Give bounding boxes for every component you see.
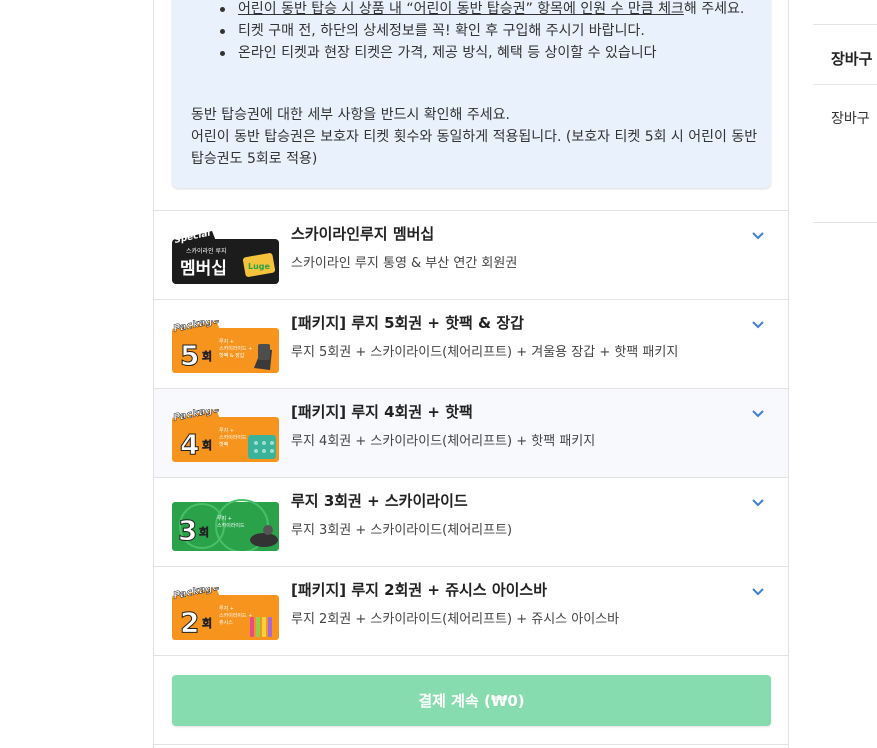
product-title: [패키지] 루지 5회권 + 핫팩 & 장갑 bbox=[291, 314, 524, 332]
badge-line: 루지 + bbox=[219, 605, 234, 612]
chevron-down-icon[interactable] bbox=[750, 494, 766, 510]
chevron-down-icon[interactable] bbox=[750, 316, 766, 332]
badge-line: 루지 + bbox=[219, 338, 234, 345]
divider bbox=[813, 24, 877, 25]
product-item-4-pass[interactable]: Package 4 회 루지 + 스카이라이드 + 핫팩 [패키지] 루지 4회… bbox=[154, 389, 788, 478]
main-column: 어린이 동반 탑승 시 상품 내 “어린이 동반 탑승권” 항목에 인원 수 만… bbox=[153, 0, 789, 748]
badge-unit: 회 bbox=[202, 349, 212, 363]
product-item-2-pass[interactable]: Package 2 회 루지 + 스카이라이드 + 쥬시스 [패키지] 루지 2… bbox=[154, 567, 788, 656]
cart-text: 장바구 bbox=[831, 111, 870, 127]
badge-line: 스카이라이드 + bbox=[219, 612, 252, 619]
badge-line: 스카이라이드 bbox=[217, 522, 245, 529]
product-item-membership[interactable]: Special 스카이라인 루지 멤버십 Luge 스카이라인루지 멤버십 스카… bbox=[154, 211, 788, 300]
badge-unit: 회 bbox=[202, 616, 212, 630]
badge-unit: 회 bbox=[202, 438, 212, 452]
badge-line: 스카이라이드 + bbox=[219, 345, 252, 352]
chevron-down-icon[interactable] bbox=[750, 227, 766, 243]
product-thumbnail: Package 5 회 루지 + 스카이라이드 + 핫팩 & 장갑 bbox=[172, 320, 279, 373]
cart-sidebar: 장바구 장바구 bbox=[813, 0, 877, 748]
product-title: [패키지] 루지 4회권 + 핫팩 bbox=[291, 403, 473, 421]
notice-paragraph: 동반 탑승권에 대한 세부 사항을 반드시 확인해 주세요. bbox=[191, 107, 510, 123]
chevron-down-icon[interactable] bbox=[750, 405, 766, 421]
product-thumbnail: Special 스카이라인 루지 멤버십 Luge bbox=[172, 231, 279, 284]
notice-item: 어린이 동반 탑승 시 상품 내 “어린이 동반 탑승권” 항목에 인원 수 만… bbox=[220, 0, 760, 20]
badge-number: 4 bbox=[180, 428, 199, 461]
badge-line: 쥬시스 bbox=[219, 620, 233, 626]
notice-list: 어린이 동반 탑승 시 상품 내 “어린이 동반 탑승권” 항목에 인원 수 만… bbox=[220, 0, 760, 64]
cart-title: 장바구 bbox=[831, 50, 873, 68]
product-description: 루지 5회권 + 스카이라이드(체어리프트) + 겨울용 장갑 + 핫팩 패키지 bbox=[291, 345, 679, 360]
continue-payment-button[interactable]: 결제 계속 (₩0) bbox=[172, 675, 771, 726]
badge-line: 핫팩 & 장갑 bbox=[219, 352, 245, 359]
notice-box: 어린이 동반 탑승 시 상품 내 “어린이 동반 탑승권” 항목에 인원 수 만… bbox=[172, 0, 771, 188]
notice-item: 티켓 구매 전, 하단의 상세정보를 꼭! 확인 후 구입해 주시기 바랍니다. bbox=[220, 20, 760, 42]
badge-number: 2 bbox=[180, 606, 199, 639]
badge-line: 핫팩 bbox=[219, 441, 229, 448]
card-logo-text: Luge bbox=[248, 262, 271, 271]
product-item-5-pass[interactable]: Package 5 회 루지 + 스카이라이드 + 핫팩 & 장갑 [패키지] … bbox=[154, 300, 788, 389]
badge-line: 루지 + bbox=[217, 515, 232, 522]
badge-line: 스카이라이드 + bbox=[219, 434, 252, 441]
product-thumbnail: 3 회 루지 + 스카이라이드 bbox=[172, 498, 279, 551]
product-thumbnail: Package 4 회 루지 + 스카이라이드 + 핫팩 bbox=[172, 409, 279, 462]
notice-paragraph: 어린이 동반 탑승권은 보호자 티켓 횟수와 동일하게 적용됩니다. (보호자 … bbox=[191, 129, 758, 167]
badge-line: 루지 + bbox=[219, 427, 234, 434]
product-description: 루지 2회권 + 스카이라이드(체어리프트) + 쥬시스 아이스바 bbox=[291, 612, 620, 627]
badge-number: 5 bbox=[180, 339, 199, 372]
product-description: 루지 4회권 + 스카이라이드(체어리프트) + 핫팩 패키지 bbox=[291, 434, 596, 449]
notice-item: 온라인 티켓과 현장 티켓은 가격, 제공 방식, 혜택 등 상이할 수 있습니… bbox=[220, 42, 760, 64]
badge-sub-text: 스카이라인 루지 bbox=[186, 247, 227, 255]
product-description: 루지 3회권 + 스카이라이드(체어리프트) bbox=[291, 523, 513, 538]
product-thumbnail: Package 2 회 루지 + 스카이라이드 + 쥬시스 bbox=[172, 587, 279, 640]
chevron-down-icon[interactable] bbox=[750, 583, 766, 599]
product-title: 스카이라인루지 멤버십 bbox=[291, 225, 435, 243]
badge-unit: 회 bbox=[199, 525, 209, 539]
product-list: Special 스카이라인 루지 멤버십 Luge 스카이라인루지 멤버십 스카… bbox=[154, 210, 788, 656]
divider bbox=[154, 744, 788, 745]
divider bbox=[813, 84, 877, 85]
badge-main-text: 멤버십 bbox=[180, 259, 227, 279]
product-item-3-pass[interactable]: 3 회 루지 + 스카이라이드 루지 3회권 + 스카이라이드 루지 3회권 +… bbox=[154, 478, 788, 567]
badge-number: 3 bbox=[178, 514, 197, 547]
divider bbox=[813, 222, 877, 223]
product-description: 스카이라인 루지 통영 & 부산 연간 회원권 bbox=[291, 256, 518, 271]
product-title: [패키지] 루지 2회권 + 쥬시스 아이스바 bbox=[291, 581, 548, 599]
product-title: 루지 3회권 + 스카이라이드 bbox=[291, 492, 468, 510]
